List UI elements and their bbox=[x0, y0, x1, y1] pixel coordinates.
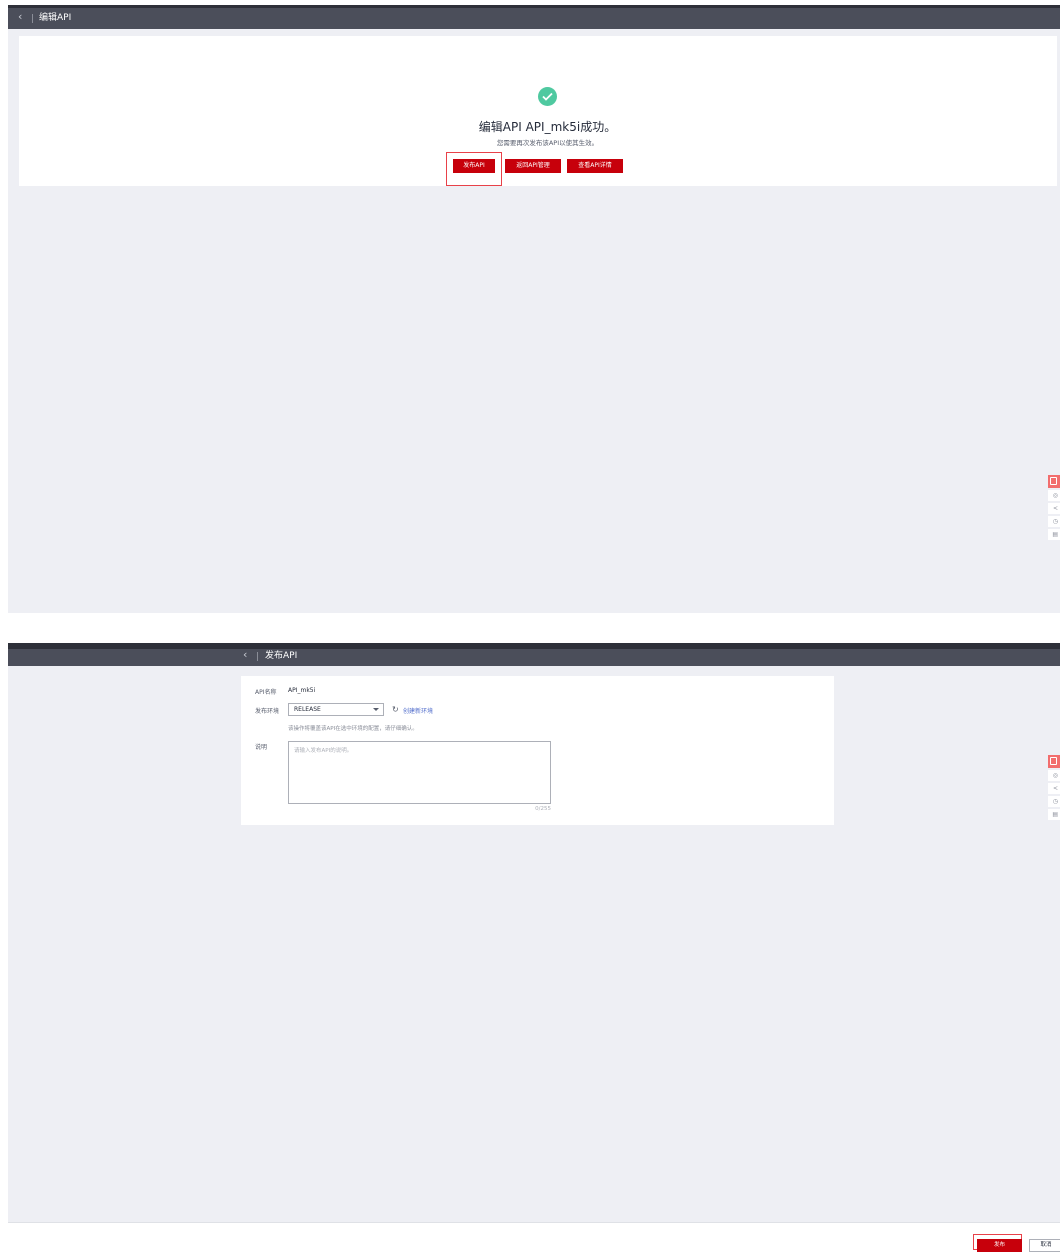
share-icon[interactable]: < bbox=[1048, 503, 1060, 514]
feedback-icon[interactable]: ◎ bbox=[1048, 490, 1060, 501]
overwrite-hint: 该操作将覆盖该API在选中环境的配置，请仔细确认。 bbox=[288, 726, 418, 732]
help-icon[interactable]: ◷ bbox=[1048, 796, 1060, 807]
publish-form-card: API名称 API_mk5i 发布环境 RELEASE ↻ 创建新环境 该操作将… bbox=[241, 676, 834, 825]
side-toolbar-items: ◎ < ◷ ▤ bbox=[1048, 755, 1060, 835]
publish-button[interactable]: 发布 bbox=[977, 1239, 1022, 1252]
result-title: 编辑API API_mk5i成功。 bbox=[478, 120, 617, 134]
doc-icon[interactable]: ▤ bbox=[1048, 809, 1060, 820]
divider bbox=[32, 14, 33, 23]
share-icon[interactable]: < bbox=[1048, 783, 1060, 794]
api-name-value: API_mk5i bbox=[288, 687, 316, 694]
publish-api-screen: ‹ 发布API API名称 API_mk5i 发布环境 RELEASE ↻ 创建… bbox=[8, 643, 1060, 1222]
top-bar: ‹ 发布API bbox=[8, 643, 1060, 666]
footer-bar: 发布 取消 bbox=[8, 1222, 1060, 1252]
view-api-detail-button[interactable]: 查看API详情 bbox=[567, 159, 623, 173]
page-title: 发布API bbox=[265, 651, 298, 661]
chevron-left-icon[interactable]: ‹ bbox=[243, 645, 247, 665]
desc-label: 说明 bbox=[255, 744, 268, 751]
help-icon[interactable]: ◷ bbox=[1048, 516, 1060, 527]
env-select[interactable]: RELEASE bbox=[288, 703, 384, 716]
cancel-button[interactable]: 取消 bbox=[1029, 1239, 1060, 1252]
publish-api-button[interactable]: 发布API bbox=[453, 159, 495, 173]
back-to-api-manage-button[interactable]: 返回API管理 bbox=[505, 159, 561, 173]
side-toolbar: ◎ < ◷ ▤ bbox=[1048, 475, 1060, 555]
page-title: 编辑API bbox=[39, 13, 72, 23]
description-placeholder: 请输入发布API的说明。 bbox=[294, 748, 353, 754]
check-circle-icon bbox=[538, 87, 557, 106]
edit-api-result-screen: ‹ 编辑API 编辑API API_mk5i成功。 您需要再次发布该API以使其… bbox=[8, 5, 1060, 613]
refresh-icon[interactable]: ↻ bbox=[392, 704, 399, 715]
result-card: 编辑API API_mk5i成功。 您需要再次发布该API以使其生效。 发布AP… bbox=[19, 36, 1057, 186]
side-toolbar-2 bbox=[1048, 755, 1060, 1193]
chevron-down-icon bbox=[373, 708, 379, 711]
feedback-icon[interactable]: ◎ bbox=[1048, 770, 1060, 781]
doc-icon[interactable]: ▤ bbox=[1048, 529, 1060, 540]
env-label: 发布环境 bbox=[255, 708, 280, 715]
char-counter: 0/255 bbox=[535, 806, 551, 812]
divider bbox=[257, 652, 258, 661]
top-bar: ‹ 编辑API bbox=[8, 5, 1060, 29]
create-env-link[interactable]: 创建新环境 bbox=[403, 706, 433, 715]
edit-icon[interactable] bbox=[1048, 475, 1060, 488]
env-select-value: RELEASE bbox=[294, 706, 321, 713]
chevron-left-icon[interactable]: ‹ bbox=[18, 7, 22, 27]
description-textarea[interactable]: 请输入发布API的说明。 bbox=[288, 741, 551, 804]
result-subtitle: 您需要再次发布该API以使其生效。 bbox=[496, 139, 599, 147]
api-name-label: API名称 bbox=[255, 689, 277, 696]
